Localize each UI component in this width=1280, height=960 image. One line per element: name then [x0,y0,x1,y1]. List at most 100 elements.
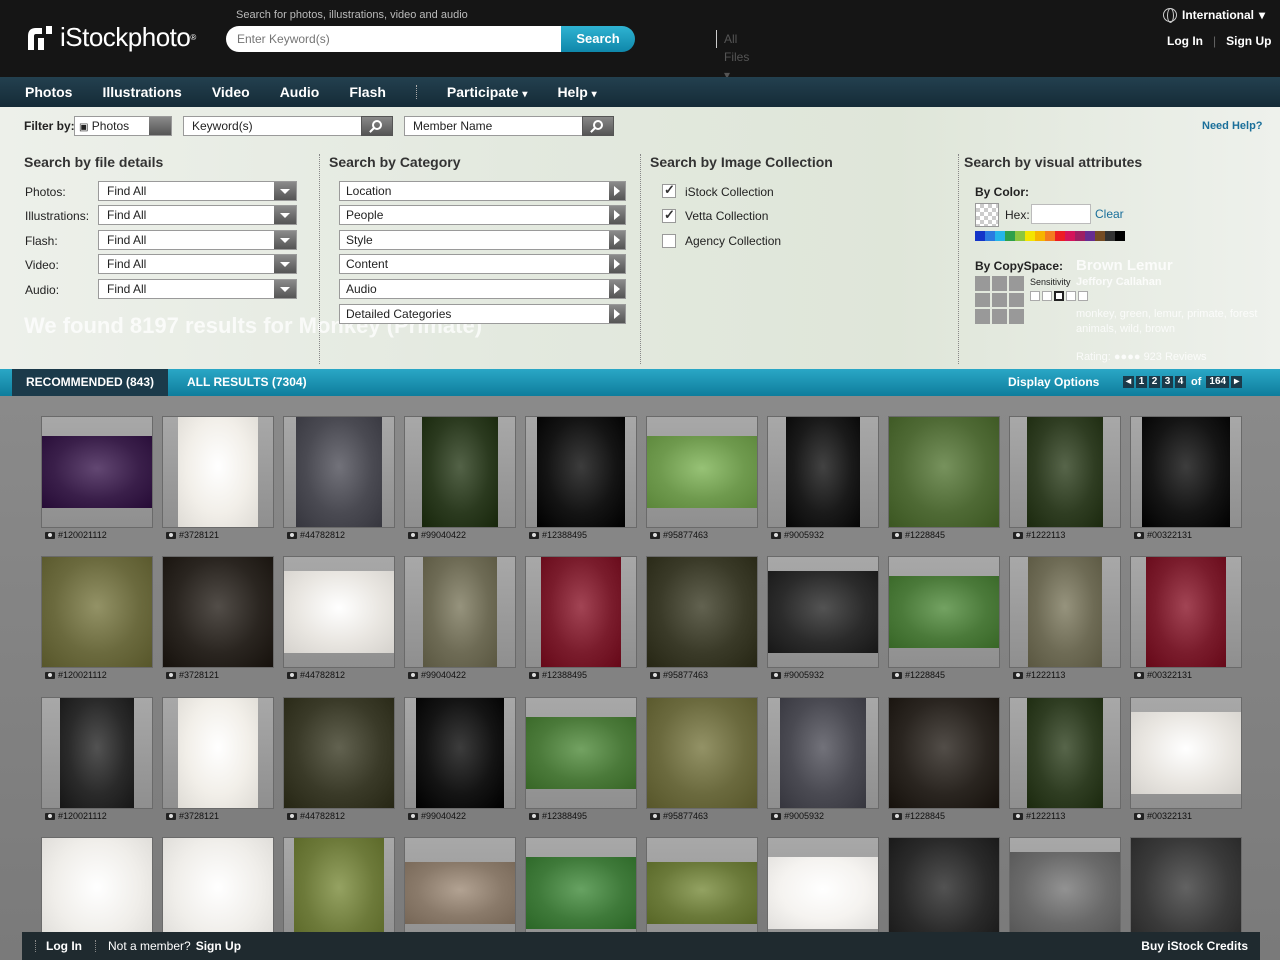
page-1[interactable]: 1 [1136,376,1147,388]
nav-video[interactable]: Video [212,84,250,100]
file-id[interactable]: #1222113 [1026,530,1065,540]
result-thumbnail[interactable] [767,697,879,809]
tab-recommended[interactable]: RECOMMENDED (843) [12,369,168,396]
result-thumbnail[interactable] [162,416,274,528]
result-thumbnail[interactable] [1130,556,1242,668]
keyword-input[interactable] [237,32,487,46]
category-location[interactable]: Location [339,181,626,201]
result-thumbnail[interactable] [41,697,153,809]
file-id[interactable]: #00322131 [1147,530,1192,540]
page-total[interactable]: 164 [1206,376,1230,388]
signup-link[interactable]: Sign Up [1226,34,1271,48]
result-thumbnail[interactable] [888,556,1000,668]
file-id[interactable]: #3728121 [179,530,219,540]
result-thumbnail[interactable] [404,556,516,668]
result-thumbnail[interactable] [646,556,758,668]
file-id[interactable]: #1228845 [905,670,945,680]
color-swatch[interactable] [1025,231,1035,241]
result-thumbnail[interactable] [646,416,758,528]
page-3[interactable]: 3 [1162,376,1173,388]
nav-flash[interactable]: Flash [349,84,386,100]
file-id[interactable]: #44782812 [300,670,345,680]
file-id[interactable]: #9005932 [784,670,824,680]
istock-collection-checkbox[interactable] [662,182,676,198]
color-swatch[interactable] [1095,231,1105,241]
file-id[interactable]: #00322131 [1147,670,1192,680]
photos-select[interactable]: Find All [98,181,297,201]
file-id[interactable]: #9005932 [784,530,824,540]
footer-signup-link[interactable]: Sign Up [196,939,241,953]
category-audio[interactable]: Audio [339,279,626,299]
file-id[interactable]: #99040422 [421,811,466,821]
file-id[interactable]: #1222113 [1026,811,1065,821]
file-id[interactable]: #44782812 [300,530,345,540]
clear-color-link[interactable]: Clear [1095,207,1124,221]
file-id[interactable]: #1228845 [905,811,945,821]
color-swatch[interactable] [985,231,995,241]
page-2[interactable]: 2 [1149,376,1160,388]
result-thumbnail[interactable] [767,556,879,668]
result-thumbnail[interactable] [1009,416,1121,528]
search-button[interactable]: Search [561,26,635,52]
footer-login-link[interactable]: Log In [46,939,82,953]
result-thumbnail[interactable] [1009,556,1121,668]
file-id[interactable]: #95877463 [663,670,708,680]
file-id[interactable]: #1228845 [905,530,945,540]
buy-credits-link[interactable]: Buy iStock Credits [1141,939,1248,953]
result-thumbnail[interactable] [525,556,637,668]
keyword-search-box[interactable]: All Files ▾ [226,26,749,82]
category-people[interactable]: People [339,205,626,225]
color-swatch[interactable] [1055,231,1065,241]
nav-participate[interactable]: Participate ▾ [447,84,528,100]
file-id[interactable]: #99040422 [421,530,466,540]
result-thumbnail[interactable] [41,556,153,668]
next-page-button[interactable]: ▸ [1231,376,1243,388]
nav-photos[interactable]: Photos [25,84,72,100]
file-id[interactable]: #120021112 [58,530,107,540]
result-thumbnail[interactable] [1130,416,1242,528]
file-id[interactable]: #12388495 [542,811,587,821]
color-swatch[interactable] [1035,231,1045,241]
color-swatch[interactable] [1005,231,1015,241]
nav-illustrations[interactable]: Illustrations [102,84,181,100]
color-swatch[interactable] [1115,231,1125,241]
file-id[interactable]: #3728121 [179,670,219,680]
prev-page-button[interactable]: ◂ [1123,376,1134,388]
file-id[interactable]: #12388495 [542,530,587,540]
vetta-collection-checkbox[interactable] [662,207,676,223]
category-detailed[interactable]: Detailed Categories [339,304,626,324]
istockphoto-logo[interactable]: iStockphoto ® [24,22,196,53]
result-thumbnail[interactable] [888,697,1000,809]
color-swatch[interactable] [1105,231,1115,241]
login-link[interactable]: Log In [1167,34,1203,48]
hex-input[interactable] [1031,204,1091,224]
result-thumbnail[interactable] [404,697,516,809]
color-swatch[interactable] [1015,231,1025,241]
nav-audio[interactable]: Audio [280,84,320,100]
color-swatch[interactable] [1065,231,1075,241]
file-id[interactable]: #00322131 [1147,811,1192,821]
sensitivity-slider[interactable] [1030,291,1088,301]
agency-collection-checkbox[interactable] [662,234,676,248]
member-search-button[interactable] [582,116,614,136]
result-thumbnail[interactable] [888,416,1000,528]
filter-keyword-input[interactable]: Keyword(s) [183,116,363,136]
filter-type-select[interactable]: ▣ Photos [74,116,172,136]
file-id[interactable]: #44782812 [300,811,345,821]
result-thumbnail[interactable] [162,697,274,809]
international-menu[interactable]: International ▾ [1163,8,1265,23]
result-thumbnail[interactable] [525,697,637,809]
color-swatch[interactable] [1045,231,1055,241]
file-id[interactable]: #99040422 [421,670,466,680]
result-thumbnail[interactable] [283,556,395,668]
color-palette[interactable] [975,231,1125,241]
color-swatch[interactable] [1075,231,1085,241]
audio-select[interactable]: Find All [98,279,297,299]
nav-help[interactable]: Help ▾ [557,84,596,100]
result-thumbnail[interactable] [404,416,516,528]
need-help-link[interactable]: Need Help? [1202,120,1263,132]
file-id[interactable]: #12388495 [542,670,587,680]
member-name-input[interactable]: Member Name [404,116,584,136]
result-thumbnail[interactable] [767,416,879,528]
file-id[interactable]: #120021112 [58,811,107,821]
